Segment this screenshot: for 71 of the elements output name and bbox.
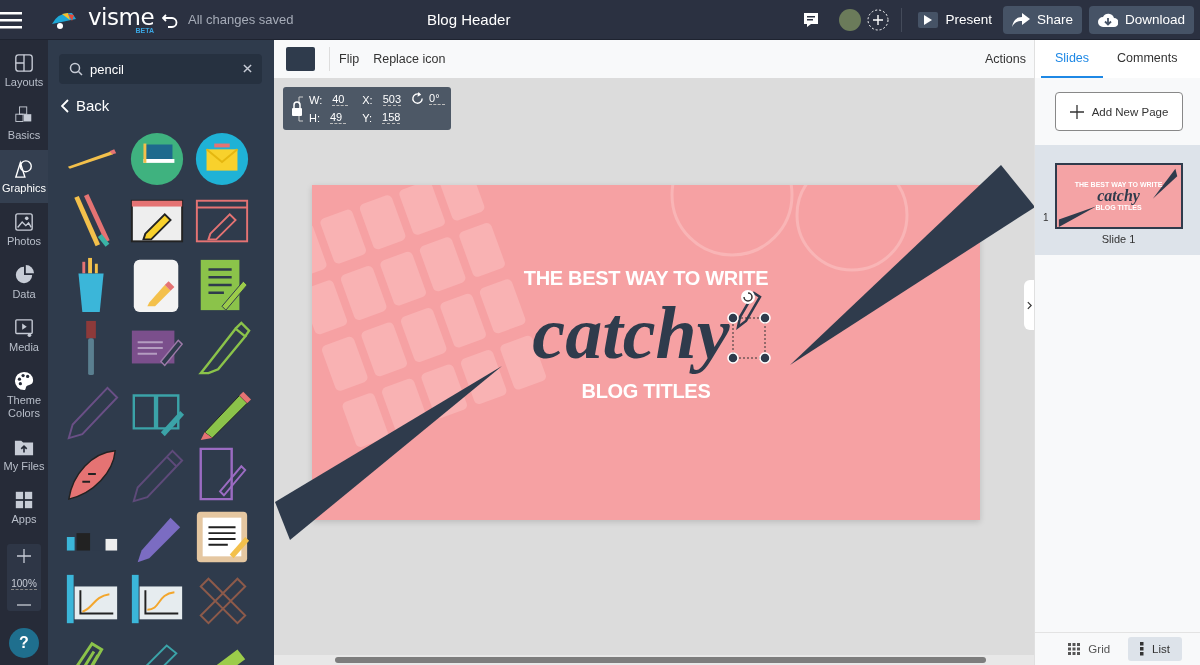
save-status: All changes saved <box>188 12 294 27</box>
sidebar-item[interactable]: Apps <box>0 481 48 534</box>
color-swatch[interactable] <box>286 47 315 71</box>
menu-icon[interactable] <box>0 10 22 29</box>
shapes-icon <box>14 158 34 179</box>
thumbnail-text: catchy <box>1097 188 1140 204</box>
chevron-right-icon <box>1026 300 1032 310</box>
toolbar-button[interactable]: Flip <box>339 52 360 66</box>
comment-icon[interactable] <box>803 11 820 28</box>
app-logo-text: visme <box>88 5 155 29</box>
share-arrow-icon <box>1011 12 1030 27</box>
close-icon[interactable] <box>243 64 252 73</box>
present-button[interactable]: Present <box>914 5 996 34</box>
panel-tab[interactable]: Comments <box>1103 40 1192 78</box>
collapse-handle[interactable] <box>1024 280 1034 330</box>
help-button[interactable]: ? <box>9 628 39 658</box>
toolbar-button[interactable]: Replace icon <box>373 52 446 66</box>
property-value[interactable]: 40 <box>332 93 349 106</box>
download-button[interactable]: Download <box>1088 5 1194 34</box>
property-label: H: <box>309 111 320 124</box>
document-title[interactable]: Blog Header <box>427 11 511 28</box>
share-button[interactable]: Share <box>1002 5 1082 34</box>
property-label: W: <box>309 93 323 106</box>
rotate-icon[interactable] <box>411 92 424 105</box>
slide-number: 1 <box>1043 212 1049 223</box>
property-label: Y: <box>362 111 373 124</box>
vertical-dots-icon <box>1140 642 1145 656</box>
sidebar-item[interactable]: My Files <box>0 428 48 481</box>
envelope-icon[interactable] <box>193 130 251 188</box>
sidebar-item[interactable]: Theme Colors <box>0 362 48 428</box>
view-toggle[interactable]: List <box>1128 637 1182 661</box>
view-toggle[interactable]: Grid <box>1056 637 1123 661</box>
chevron-left-icon <box>61 98 69 113</box>
plus-icon <box>1069 104 1084 119</box>
panel-tab[interactable]: Slides <box>1041 40 1104 78</box>
sidebar-item[interactable]: Data <box>0 256 48 309</box>
property-value[interactable]: 503 <box>382 93 401 106</box>
sidebar-item[interactable]: Media <box>0 309 48 362</box>
layout-icon <box>14 52 34 73</box>
sidebar-item[interactable]: Graphics <box>0 150 48 203</box>
back-link[interactable]: Back <box>61 97 110 114</box>
rotation-value[interactable]: 0° <box>429 92 445 105</box>
avatar[interactable] <box>839 8 862 31</box>
cloud-download-icon <box>1097 12 1118 27</box>
slide-label: Slide 1 <box>1101 233 1136 245</box>
palette-icon <box>14 370 34 391</box>
grid-icon <box>1068 643 1081 655</box>
sidebar-item[interactable]: Layouts <box>0 44 48 97</box>
undo-icon[interactable] <box>162 11 179 28</box>
books-icon[interactable] <box>128 130 186 188</box>
zoom-in-icon[interactable] <box>17 549 31 563</box>
pie-chart-icon <box>14 264 34 285</box>
triangle-shape <box>1058 206 1096 227</box>
grid-icon <box>14 489 34 510</box>
video-icon <box>14 317 34 338</box>
sidebar-item[interactable]: Basics <box>0 97 48 150</box>
play-icon <box>924 14 933 25</box>
add-page-button[interactable]: Add New Page <box>1055 92 1183 131</box>
lock-icon[interactable] <box>291 93 305 124</box>
sidebar-item[interactable]: Photos <box>0 203 48 256</box>
zoom-level[interactable]: 100% <box>11 577 37 590</box>
slide-heading: BLOG TITLES <box>581 380 711 403</box>
property-value[interactable]: 158 <box>382 111 401 124</box>
search-field[interactable]: pencil <box>59 54 262 84</box>
search-icon <box>69 62 83 76</box>
property-value[interactable]: 49 <box>330 111 346 124</box>
image-icon <box>14 211 34 232</box>
property-label: X: <box>362 93 373 106</box>
slide-heading: THE BEST WAY TO WRITE <box>523 267 769 290</box>
actions-menu[interactable]: Actions <box>985 52 1026 66</box>
add-collaborator-icon[interactable] <box>867 8 890 31</box>
